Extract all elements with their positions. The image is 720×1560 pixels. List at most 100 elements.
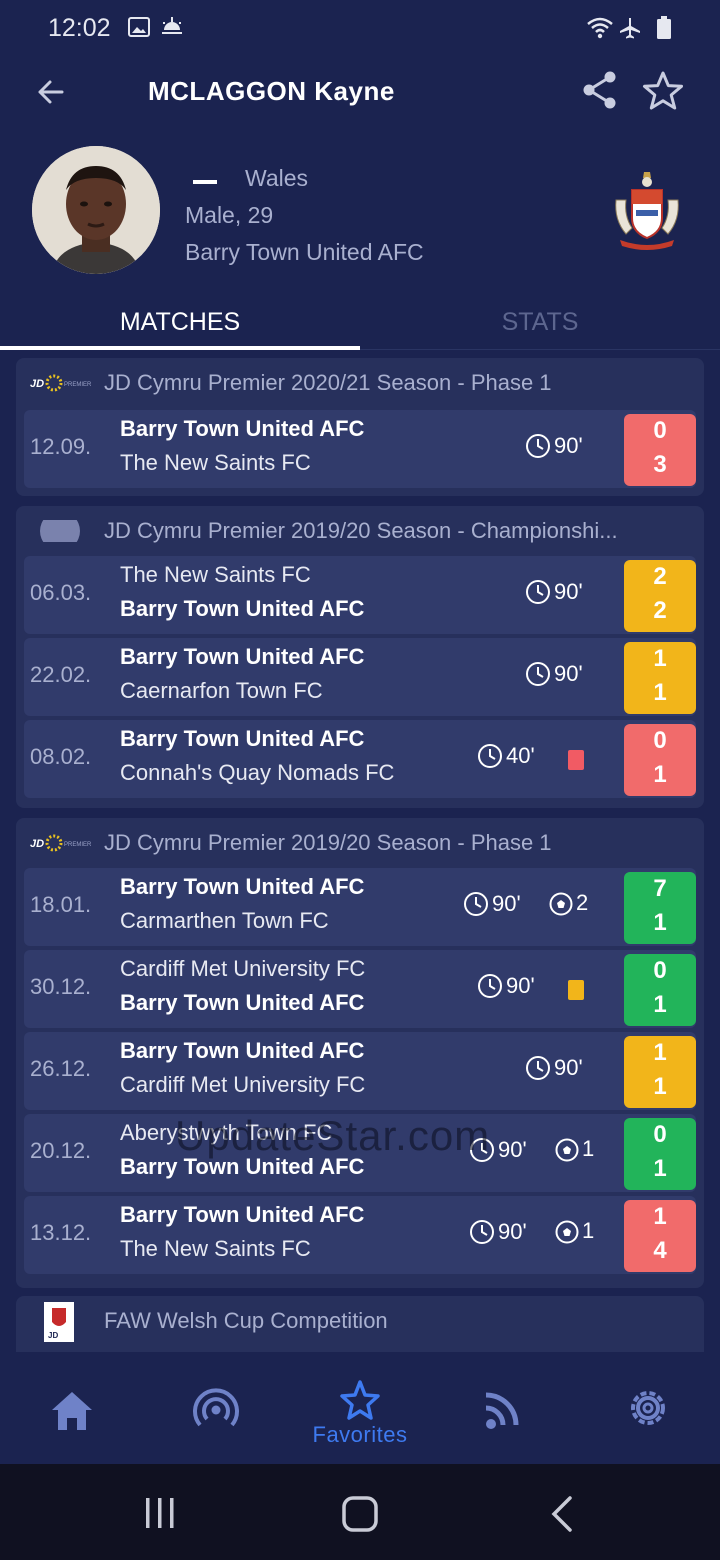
- competition-header[interactable]: JD PREMIER JD Cymru Premier 2020/21 Seaso…: [16, 358, 704, 410]
- competition-title: JD Cymru Premier 2020/21 Season - Phase …: [104, 370, 552, 395]
- competition-group: JD Cymru Premier 2019/20 Season - Champi…: [16, 506, 704, 808]
- competition-placeholder-icon: [30, 511, 94, 551]
- nav-home[interactable]: [34, 1380, 114, 1450]
- match-row[interactable]: 13.12. Barry Town United AFC The New Sai…: [24, 1196, 696, 1274]
- score-badge: 22: [624, 560, 696, 632]
- airplane-icon: [618, 16, 642, 45]
- share-icon[interactable]: [578, 68, 622, 112]
- clock-icon: [478, 974, 502, 998]
- competition-header[interactable]: JD PREMIER JD Cymru Premier 2019/20 Seaso…: [16, 818, 704, 870]
- competition-title: JD Cymru Premier 2019/20 Season - Phase …: [104, 830, 552, 855]
- clock-icon: [464, 892, 488, 916]
- score-badge: 01: [624, 724, 696, 796]
- minutes-played: 40': [476, 742, 535, 770]
- goals-scored: 2: [548, 890, 588, 917]
- wales-flag-icon: [193, 169, 217, 184]
- match-date: 20.12.: [30, 1138, 92, 1163]
- svg-text:JD: JD: [30, 378, 44, 390]
- system-navigation-bar: [0, 1464, 720, 1560]
- tab-matches[interactable]: MATCHES: [0, 296, 360, 350]
- bottom-navigation: Favorites: [0, 1352, 720, 1464]
- away-team: Cardiff Met University FC: [120, 1072, 366, 1097]
- watermark: UpdateStar.com: [175, 1112, 491, 1159]
- svg-text:JD: JD: [30, 838, 44, 850]
- club-crest-icon[interactable]: [610, 170, 684, 250]
- ball-icon: [555, 1220, 579, 1244]
- battery-icon: [656, 16, 672, 45]
- matches-list[interactable]: JD PREMIER JD Cymru Premier 2020/21 Seaso…: [0, 350, 720, 1352]
- home-button-icon[interactable]: [340, 1494, 380, 1539]
- competition-group: JD PREMIER JD Cymru Premier 2019/20 Seaso…: [16, 818, 704, 1288]
- home-team: Barry Town United AFC: [120, 726, 365, 751]
- minutes-played: 90': [524, 660, 583, 688]
- clock-icon: [526, 662, 550, 686]
- home-team: Barry Town United AFC: [120, 1202, 365, 1227]
- minutes-played: 90': [476, 972, 535, 1000]
- player-club[interactable]: Barry Town United AFC: [185, 234, 424, 271]
- match-row[interactable]: 08.02. Barry Town United AFC Connah's Qu…: [24, 720, 696, 798]
- home-team: Barry Town United AFC: [120, 644, 365, 669]
- match-row[interactable]: 22.02. Barry Town United AFC Caernarfon …: [24, 638, 696, 716]
- away-team: The New Saints FC: [120, 450, 311, 475]
- away-team: Caernarfon Town FC: [120, 678, 323, 703]
- score-badge: 14: [624, 1200, 696, 1272]
- match-row[interactable]: 18.01. Barry Town United AFC Carmarthen …: [24, 868, 696, 946]
- nav-feed[interactable]: [464, 1380, 544, 1450]
- minutes-played: 90': [524, 1054, 583, 1082]
- svg-text:JD: JD: [48, 1331, 58, 1340]
- match-date: 30.12.: [30, 974, 92, 999]
- system-back-icon[interactable]: [542, 1494, 582, 1539]
- competition-group: JD PREMIER JD Cymru Premier 2020/21 Seaso…: [16, 358, 704, 496]
- competition-header[interactable]: JD FAW Welsh Cup Competition: [16, 1296, 704, 1348]
- clock-icon: [526, 580, 550, 604]
- competition-group: JD FAW Welsh Cup Competition: [16, 1296, 704, 1352]
- back-arrow-icon[interactable]: [30, 70, 74, 114]
- match-date: 13.12.: [30, 1220, 92, 1245]
- player-info: Wales Male, 29 Barry Town United AFC: [185, 160, 424, 271]
- match-date: 12.09.: [30, 434, 92, 459]
- minutes-played: 90': [468, 1218, 527, 1246]
- image-icon: [128, 16, 150, 43]
- match-date: 18.01.: [30, 892, 92, 917]
- recent-apps-icon[interactable]: [140, 1494, 180, 1539]
- ball-icon: [555, 1138, 579, 1162]
- score-badge: 11: [624, 642, 696, 714]
- svg-text:PREMIER: PREMIER: [64, 842, 92, 848]
- score-badge: 03: [624, 414, 696, 486]
- competition-title: JD Cymru Premier 2019/20 Season - Champi…: [104, 518, 618, 543]
- avatar: [32, 146, 160, 274]
- app-bar: MCLAGGON Kayne: [0, 60, 720, 124]
- match-row[interactable]: 12.09. Barry Town United AFC The New Sai…: [24, 410, 696, 488]
- clock-icon: [526, 434, 550, 458]
- minutes-played: 90': [524, 432, 583, 460]
- live-icon: [193, 1388, 239, 1427]
- red-card-icon: [568, 750, 584, 770]
- away-team: Barry Town United AFC: [120, 596, 365, 621]
- nav-favorites-label[interactable]: Favorites: [290, 1422, 430, 1448]
- competition-header[interactable]: JD Cymru Premier 2019/20 Season - Champi…: [16, 506, 704, 558]
- goals-scored: 1: [554, 1136, 594, 1163]
- clock-icon: [478, 744, 502, 768]
- svg-text:PREMIER: PREMIER: [64, 382, 92, 388]
- away-team: Barry Town United AFC: [120, 990, 365, 1015]
- status-time: 12:02: [48, 14, 111, 42]
- match-row[interactable]: 30.12. Cardiff Met University FC Barry T…: [24, 950, 696, 1028]
- away-team: The New Saints FC: [120, 1236, 311, 1261]
- match-date: 22.02.: [30, 662, 92, 687]
- away-team: Connah's Quay Nomads FC: [120, 760, 395, 785]
- competition-title: FAW Welsh Cup Competition: [104, 1308, 388, 1333]
- home-team: Barry Town United AFC: [120, 416, 365, 441]
- goals-scored: 1: [554, 1218, 594, 1245]
- minutes-played: 90': [524, 578, 583, 606]
- home-team: Barry Town United AFC: [120, 1038, 365, 1063]
- player-profile: Wales Male, 29 Barry Town United AFC: [0, 124, 720, 294]
- tab-stats[interactable]: STATS: [360, 296, 720, 350]
- feed-icon: [485, 1392, 519, 1429]
- nav-settings[interactable]: [608, 1380, 688, 1450]
- star-outline-icon[interactable]: [640, 68, 686, 114]
- nav-live[interactable]: [176, 1380, 256, 1450]
- match-row[interactable]: 06.03. The New Saints FC Barry Town Unit…: [24, 556, 696, 634]
- match-date: 08.02.: [30, 744, 92, 769]
- match-row[interactable]: 26.12. Barry Town United AFC Cardiff Met…: [24, 1032, 696, 1110]
- home-team: Barry Town United AFC: [120, 874, 365, 899]
